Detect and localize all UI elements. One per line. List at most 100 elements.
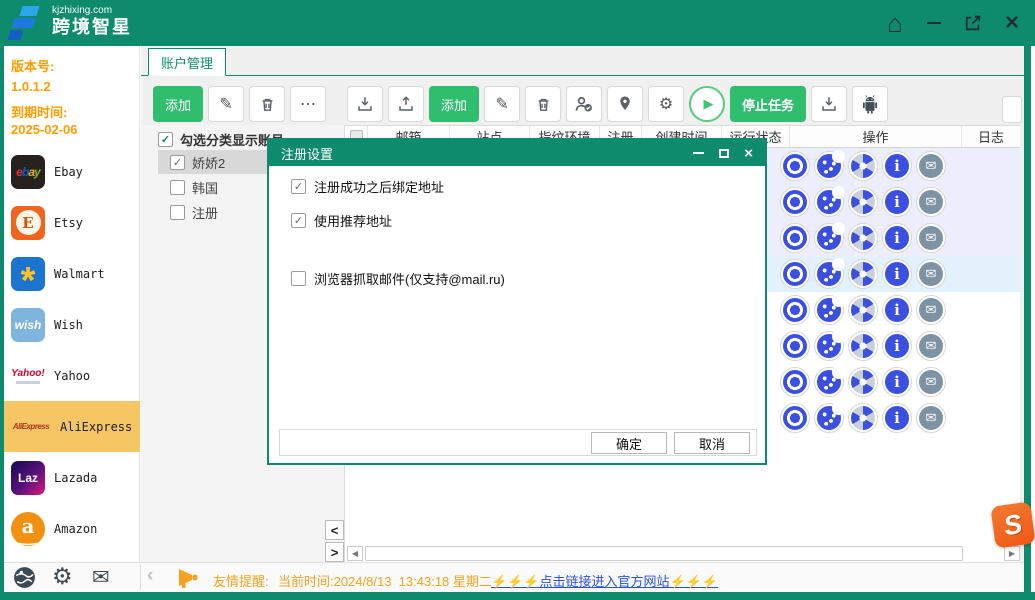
fan-icon[interactable] — [848, 223, 878, 253]
chrome-icon[interactable] — [780, 295, 810, 325]
proxy-button[interactable] — [607, 86, 644, 122]
classification-filter-checkbox[interactable]: ✓ — [158, 132, 173, 147]
delete-account-button[interactable] — [525, 86, 562, 122]
official-site-link[interactable]: ⚡⚡⚡点击链接进入官方网站⚡⚡⚡ — [491, 571, 718, 590]
export-button[interactable] — [388, 86, 424, 122]
gear-icon: ⚙ — [658, 96, 674, 113]
home-icon[interactable]: ⌂ — [884, 8, 906, 38]
cookie-icon[interactable] — [814, 402, 845, 433]
expire-value: 2025-02-06 — [11, 122, 78, 137]
tree-edit-button[interactable]: ✎ — [208, 86, 245, 122]
add-account-button[interactable]: 添加 — [429, 86, 480, 122]
mail-icon[interactable]: ✉ — [916, 403, 946, 433]
info-icon[interactable]: i — [882, 223, 912, 253]
mail-icon[interactable]: ✉ — [916, 187, 946, 217]
chrome-icon[interactable] — [780, 331, 810, 361]
fan-icon[interactable] — [848, 259, 878, 289]
dialog-minimize-icon[interactable] — [693, 152, 705, 154]
chrome-icon[interactable] — [780, 259, 810, 289]
mail-icon[interactable]: ✉ — [916, 259, 946, 289]
chrome-icon[interactable] — [780, 403, 810, 433]
platform-item-wish[interactable]: wish Wish — [4, 299, 140, 350]
stop-task-button[interactable]: 停止任务 — [730, 86, 807, 122]
tree-item-checkbox[interactable] — [170, 204, 185, 220]
fan-icon[interactable] — [848, 151, 878, 181]
chrome-icon[interactable] — [780, 367, 810, 397]
dialog-option: ✓ 注册成功之后绑定地址 — [291, 178, 444, 195]
info-icon[interactable]: i — [882, 403, 912, 433]
cookie-icon[interactable] — [814, 294, 845, 325]
info-icon[interactable]: i — [882, 295, 912, 325]
verify-account-button[interactable] — [566, 86, 603, 122]
minimize-icon[interactable] — [923, 8, 945, 38]
cookie-icon[interactable] — [814, 258, 845, 289]
settings-button[interactable]: ⚙ — [648, 86, 685, 122]
dialog-option-checkbox[interactable]: ✓ — [291, 179, 306, 194]
info-icon[interactable]: i — [882, 187, 912, 217]
tree-item-checkbox[interactable]: ✓ — [170, 154, 185, 170]
fan-icon[interactable] — [848, 295, 878, 325]
info-icon[interactable]: i — [882, 331, 912, 361]
tree-item-label: 娇娇2 — [192, 155, 226, 171]
platform-item-aliexpress[interactable]: AliExpress AliExpress — [4, 401, 140, 452]
popout-icon[interactable] — [962, 8, 984, 38]
info-icon[interactable]: i — [882, 151, 912, 181]
fan-icon[interactable] — [848, 331, 878, 361]
chevron-left-icon[interactable]: ‹ — [147, 565, 153, 587]
dialog-maximize-icon[interactable] — [719, 148, 730, 158]
ok-button[interactable]: 确定 — [591, 432, 667, 454]
hscroll-thumb[interactable] — [365, 546, 963, 561]
tree-add-button[interactable]: 添加 — [153, 86, 204, 122]
mail-icon[interactable]: ✉ — [916, 295, 946, 325]
chrome-icon[interactable] — [780, 151, 810, 181]
cookie-icon[interactable] — [814, 150, 845, 181]
dialog-close-icon[interactable]: × — [744, 145, 753, 162]
trash-icon — [262, 98, 272, 111]
platform-item-amazon[interactable]: a ‿ Amazon — [4, 503, 140, 554]
mail-icon[interactable]: ✉ — [916, 367, 946, 397]
platform-item-walmart[interactable]: * Walmart — [4, 248, 140, 299]
pencil-icon: ✎ — [219, 96, 233, 113]
platform-item-ebay[interactable]: e b a y Ebay — [4, 146, 140, 197]
info-icon[interactable]: i — [882, 259, 912, 289]
dialog-option-checkbox[interactable] — [291, 271, 306, 286]
fan-icon[interactable] — [848, 367, 878, 397]
platform-item-yahoo[interactable]: Yahoo! Yahoo — [4, 350, 140, 401]
tree-delete-button[interactable] — [249, 86, 286, 122]
dialog-option-checkbox[interactable]: ✓ — [291, 213, 306, 228]
android-button[interactable] — [852, 86, 889, 122]
close-icon[interactable]: × — [1001, 8, 1023, 38]
hscroll-left-arrow[interactable]: ◀ — [347, 546, 363, 561]
info-icon[interactable]: i — [882, 367, 912, 397]
tree-more-button[interactable]: ⋯ — [290, 86, 327, 122]
edit-account-button[interactable]: ✎ — [484, 86, 521, 122]
chrome-icon[interactable] — [780, 187, 810, 217]
table-header-8: 日志 — [977, 130, 1004, 145]
cancel-button[interactable]: 取消 — [674, 432, 750, 454]
expand-panel-button[interactable]: > — [325, 542, 344, 562]
start-task-button[interactable]: ▶ — [689, 86, 726, 122]
cookie-icon[interactable] — [814, 366, 845, 397]
current-time-text: 当前时间:2024/8/13 13:43:18 星期二 — [278, 574, 492, 589]
mail-icon[interactable]: ✉ — [916, 331, 946, 361]
cookie-icon[interactable] — [814, 330, 845, 361]
fan-icon[interactable] — [848, 187, 878, 217]
platform-item-lazada[interactable]: Laz Lazada — [4, 452, 140, 503]
toolbar-end-button[interactable] — [1002, 96, 1022, 123]
collapse-panel-button[interactable]: < — [325, 520, 344, 540]
chrome-icon[interactable] — [780, 223, 810, 253]
hscroll-right-arrow[interactable]: ▶ — [1004, 546, 1020, 561]
contact-mail-icon[interactable]: ✉ — [92, 565, 110, 590]
platform-item-etsy[interactable]: E Etsy — [4, 197, 140, 248]
fan-icon[interactable] — [848, 403, 878, 433]
tab-account-management[interactable]: 账户管理 — [148, 48, 226, 76]
download-button[interactable] — [811, 86, 848, 122]
settings-gear-icon[interactable]: ⚙ — [52, 563, 73, 590]
cookie-icon[interactable] — [814, 186, 845, 217]
mail-icon[interactable]: ✉ — [916, 151, 946, 181]
tree-item-checkbox[interactable] — [170, 179, 185, 195]
globe-icon[interactable] — [12, 565, 37, 595]
import-button[interactable] — [347, 86, 383, 122]
mail-icon[interactable]: ✉ — [916, 223, 946, 253]
cookie-icon[interactable] — [814, 222, 845, 253]
